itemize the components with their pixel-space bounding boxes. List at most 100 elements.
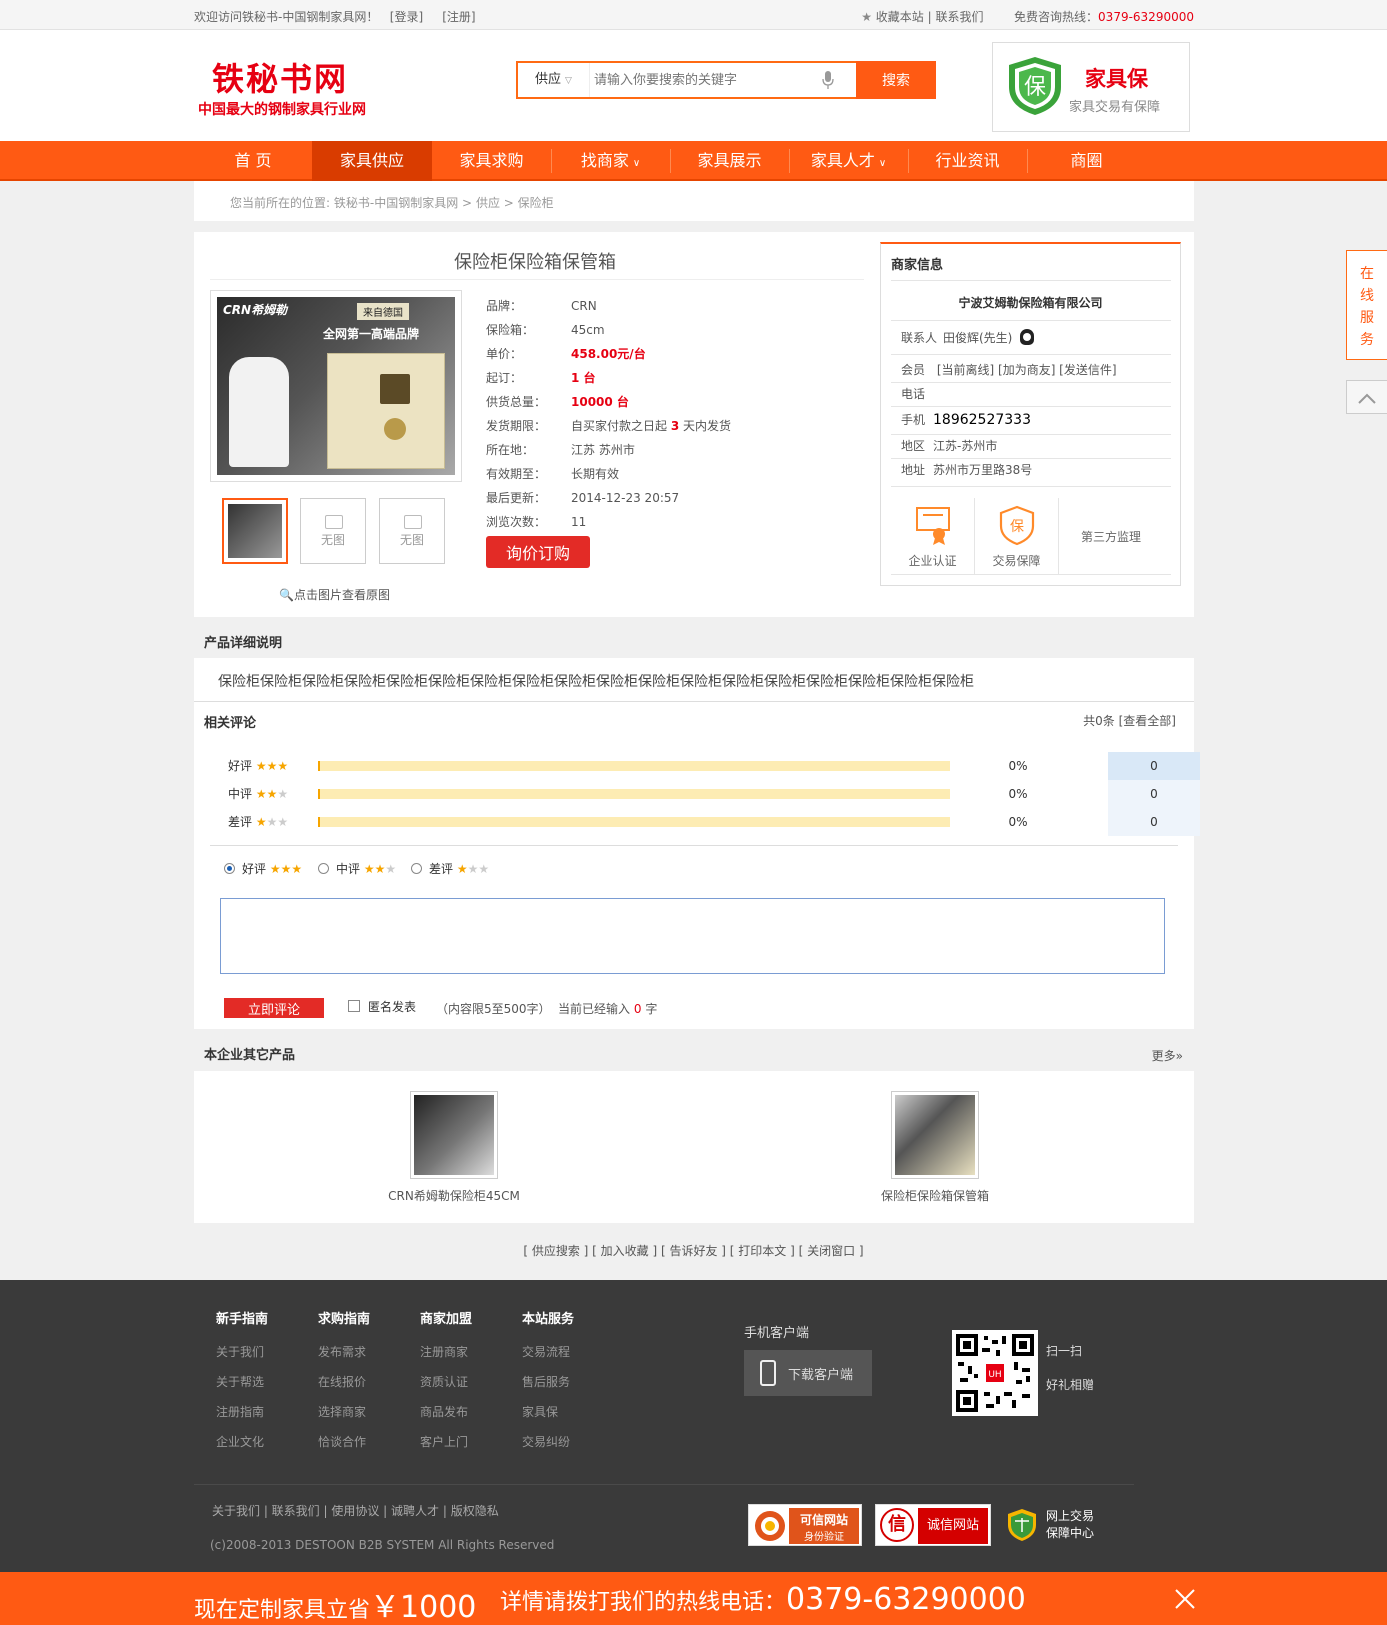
nav-talent[interactable]: 家具人才 ∨ (789, 141, 908, 181)
review-option-bad[interactable]: 差评 ★★★ (411, 860, 489, 877)
more-link[interactable]: 更多» (1152, 1047, 1183, 1064)
review-label: 差评 (228, 815, 253, 829)
review-option-good[interactable]: 好评 ★★★ (224, 860, 302, 877)
trust-label: 网上交易 (1046, 1509, 1095, 1523)
cert-third-party[interactable]: 第三方监理 (1061, 498, 1161, 574)
chevron-down-icon: ▽ (565, 76, 572, 86)
online-service-button[interactable]: 在 线 服 务 (1346, 250, 1387, 360)
footer-link[interactable]: 在线报价 (318, 1373, 370, 1403)
nav-purchase[interactable]: 家具求购 (432, 141, 551, 181)
thumbnail-2[interactable]: 无图 (300, 498, 366, 564)
trust-label: 诚信网站 (918, 1508, 988, 1544)
merchant-address: 地址 苏州市万里路38号 (901, 458, 1032, 482)
search-input[interactable] (594, 68, 830, 92)
nav-supply[interactable]: 家具供应 (312, 141, 432, 181)
footer-link[interactable]: 注册商家 (420, 1343, 472, 1373)
search-category-select[interactable]: 供应 ▽ (518, 63, 590, 97)
trust-badge-protection[interactable]: 网上交易 保障中心 (1006, 1504, 1106, 1546)
close-icon[interactable] (1174, 1588, 1196, 1610)
footer: 新手指南 关于我们 关于帮选 注册指南 企业文化 求购指南 发布需求 在线报价 … (0, 1280, 1387, 1572)
breadcrumb-home[interactable]: 铁秘书-中国钢制家具网 (334, 196, 458, 210)
star-icon: ★ (861, 10, 872, 24)
hotline-number: 0379-63290000 (1098, 10, 1194, 24)
view-original-link[interactable]: 🔍点击图片查看原图 (279, 586, 390, 603)
breadcrumb-safe[interactable]: 保险柜 (518, 196, 554, 210)
side-char: 服 (1360, 310, 1374, 326)
register-link[interactable]: [注册] (442, 10, 475, 24)
site-logo-title[interactable]: 铁秘书网 (212, 54, 348, 100)
footer-link[interactable]: 资质认证 (420, 1373, 472, 1403)
jiajubao-badge[interactable]: 保 家具保 家具交易有保障 (992, 42, 1190, 132)
top-bar: 欢迎访问铁秘书-中国钢制家具网！ [登录] [注册] ★ 收藏本站 | 联系我们… (0, 0, 1387, 30)
review-label: 中评 (228, 787, 253, 801)
merchant-heading: 商家信息 (891, 258, 944, 273)
footer-link[interactable]: 家具保 (522, 1403, 574, 1433)
thumbnail-3[interactable]: 无图 (379, 498, 445, 564)
no-image-text: 无图 (399, 533, 424, 547)
trust-badge-verified[interactable]: 可信网站 身份验证 (748, 1504, 862, 1546)
footer-link[interactable]: 恰谈合作 (318, 1433, 370, 1463)
footer-links[interactable]: 关于我们 | 联系我们 | 使用协议 | 诚聘人才 | 版权隐私 (212, 1502, 499, 1519)
nav-news[interactable]: 行业资讯 (908, 141, 1027, 181)
review-textarea[interactable] (220, 898, 1165, 974)
trust-badge-integrity[interactable]: 信 诚信网站 (875, 1504, 991, 1546)
nav-find-merchant-label: 找商家 (580, 151, 629, 170)
other-product-2[interactable]: 保险柜保险箱保管箱 (835, 1091, 1035, 1204)
footer-link[interactable]: 售后服务 (522, 1373, 574, 1403)
footer-link[interactable]: 客户上门 (420, 1433, 472, 1463)
anonymous-checkbox[interactable]: 匿名发表 (348, 998, 416, 1015)
footer-col-heading: 新手指南 (216, 1312, 269, 1327)
review-count: 0 (1108, 780, 1200, 808)
favorite-link[interactable]: 收藏本站 (876, 10, 924, 24)
footer-link[interactable]: 交易纠纷 (522, 1433, 574, 1463)
inquiry-order-button[interactable]: 询价订购 (486, 536, 590, 568)
footer-link[interactable]: 企业文化 (216, 1433, 268, 1463)
welcome-text: 欢迎访问铁秘书-中国钢制家具网！ (194, 10, 379, 24)
trust-label: 可信网站 (799, 1513, 848, 1527)
microphone-icon[interactable] (822, 71, 834, 89)
qq-icon[interactable] (1020, 329, 1035, 345)
footer-link[interactable]: 商品发布 (420, 1403, 472, 1433)
footer-link[interactable]: 注册指南 (216, 1403, 268, 1433)
submit-review-button[interactable]: 立即评论 (224, 998, 324, 1018)
review-bar (318, 817, 950, 827)
product-photo (414, 1095, 494, 1175)
page-actions[interactable]: [ 供应搜索 ] [ 加入收藏 ] [ 告诉好友 ] [ 打印本文 ] [ 关闭… (0, 1242, 1387, 1259)
other-product-1[interactable]: CRN希姆勒保险柜45CM (354, 1091, 554, 1204)
reviews-total-link[interactable]: 共0条 [查看全部] (1083, 712, 1176, 729)
footer-link[interactable]: 发布需求 (318, 1343, 370, 1373)
nav-showcase[interactable]: 家具展示 (670, 141, 789, 181)
shield-icon: 保 (999, 505, 1034, 546)
cert-trade[interactable]: 保 交易保障 (975, 498, 1059, 574)
nav-circle[interactable]: 商圈 (1027, 141, 1146, 181)
row-value: 苏州市万里路38号 (933, 463, 1033, 477)
cert-enterprise[interactable]: 企业认证 (891, 498, 975, 574)
footer-link[interactable]: 选择商家 (318, 1403, 370, 1433)
merchant-company[interactable]: 宁波艾姆勒保险箱有限公司 (881, 294, 1180, 311)
review-bar (318, 761, 950, 771)
nav-home[interactable]: 首 页 (194, 141, 312, 181)
back-to-top-button[interactable] (1346, 380, 1387, 414)
member-links[interactable]: [当前离线] [加为商友] [发送信件] (937, 363, 1117, 377)
footer-link[interactable]: 交易流程 (522, 1343, 574, 1373)
footer-link[interactable]: 关于帮选 (216, 1373, 268, 1403)
thumbnail-1[interactable] (222, 498, 288, 564)
nav-find-merchant[interactable]: 找商家 ∨ (551, 141, 670, 181)
radio-icon (224, 863, 235, 874)
product-main-image[interactable]: CRN希姆勒 来自德国 全网第一高端品牌 (210, 290, 462, 482)
merchant-mobile: 手机 18962527333 (901, 408, 1031, 432)
trust-label-box: 网上交易 保障中心 (1046, 1508, 1094, 1542)
breadcrumb-supply[interactable]: 供应 (476, 196, 500, 210)
footer-link[interactable]: 关于我们 (216, 1343, 268, 1373)
star-icon: ★★ (255, 787, 278, 801)
contact-link[interactable]: 联系我们 (936, 10, 984, 24)
chevron-down-icon: ∨ (632, 158, 641, 169)
top-bar-right: ★ 收藏本站 | 联系我们 免费咨询热线：0379-63290000 (861, 8, 1194, 25)
magnifier-icon: 🔍 (279, 588, 294, 602)
merchant-contact: 联系人 田俊辉(先生) (901, 326, 1035, 350)
login-link[interactable]: [登录] (390, 10, 423, 24)
spec-value: 11 (571, 515, 587, 529)
search-button[interactable]: 搜索 (856, 61, 936, 99)
download-app-button[interactable]: 下载客户端 (744, 1350, 872, 1396)
review-option-neutral[interactable]: 中评 ★★★ (318, 860, 396, 877)
